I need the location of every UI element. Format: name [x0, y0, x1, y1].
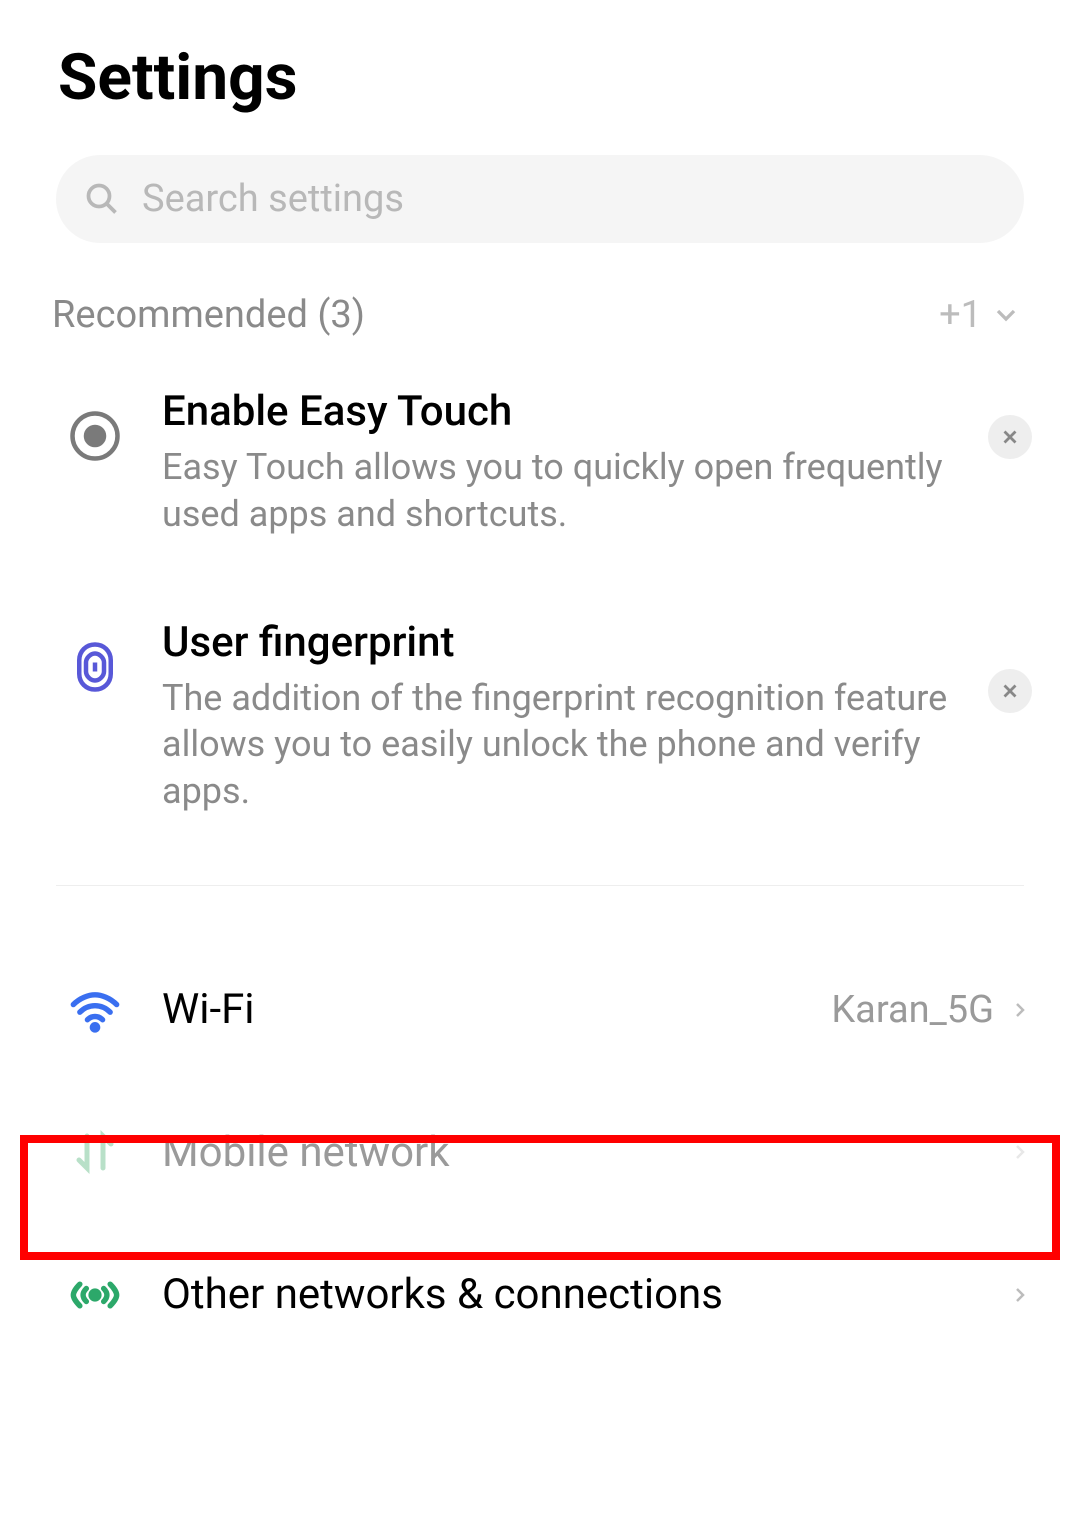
recommended-label: Recommended (3) — [52, 293, 365, 337]
page-title: Settings — [0, 0, 1080, 115]
dismiss-button[interactable] — [988, 415, 1032, 459]
recommended-more-count: +1 — [939, 293, 982, 337]
recommended-header[interactable]: Recommended (3) +1 — [0, 243, 1080, 337]
settings-item-mobile-network[interactable]: Mobile network — [0, 1090, 1080, 1215]
settings-item-label: Mobile network — [162, 1128, 1008, 1177]
close-icon — [999, 680, 1021, 702]
search-bar[interactable]: Search settings — [56, 155, 1024, 243]
settings-item-label: Wi-Fi — [162, 985, 831, 1034]
recommendation-fingerprint[interactable]: User fingerprint The addition of the fin… — [0, 568, 1080, 815]
wifi-icon — [60, 984, 130, 1036]
chevron-right-icon — [1008, 1283, 1032, 1307]
settings-item-value: Karan_5G — [831, 988, 994, 1032]
settings-item-wifi[interactable]: Wi-Fi Karan_5G — [0, 946, 1080, 1074]
fingerprint-icon — [60, 618, 130, 694]
chevron-right-icon — [1008, 998, 1032, 1022]
chevron-down-icon — [990, 299, 1022, 331]
easy-touch-icon — [60, 387, 130, 463]
settings-item-other-networks[interactable]: Other networks & connections — [0, 1231, 1080, 1359]
recommendation-desc: Easy Touch allows you to quickly open fr… — [162, 444, 962, 538]
recommendation-easy-touch[interactable]: Enable Easy Touch Easy Touch allows you … — [0, 337, 1080, 538]
close-icon — [999, 426, 1021, 448]
search-placeholder: Search settings — [142, 177, 404, 221]
chevron-right-icon — [1008, 1140, 1032, 1164]
search-icon — [84, 181, 120, 217]
mobile-network-icon — [60, 1128, 130, 1176]
recommendation-desc: The addition of the fingerprint recognit… — [162, 675, 962, 815]
recommended-expand[interactable]: +1 — [939, 293, 1022, 337]
other-networks-icon — [60, 1269, 130, 1321]
recommendation-title: User fingerprint — [162, 618, 962, 667]
dismiss-button[interactable] — [988, 669, 1032, 713]
settings-item-label: Other networks & connections — [162, 1270, 1008, 1319]
recommendation-title: Enable Easy Touch — [162, 387, 962, 436]
